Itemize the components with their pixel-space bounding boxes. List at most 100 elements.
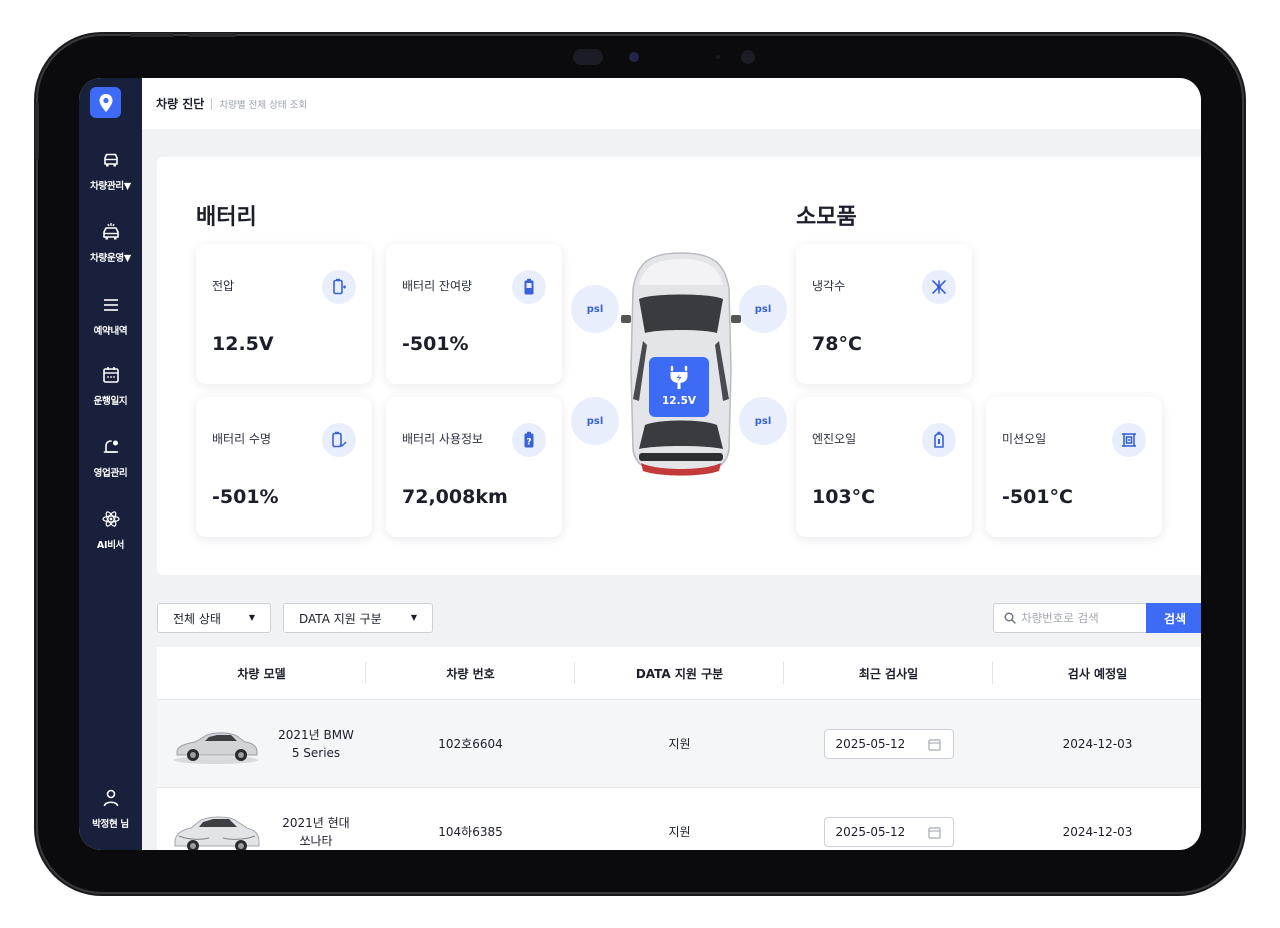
table-row[interactable]: 2021년 현대 쏘나타 104하6385 지원 2025-05-12 2024…: [157, 787, 1201, 850]
status-filter-dropdown[interactable]: 전체 상태 ▼: [157, 603, 271, 633]
tire-rear-left-pressure[interactable]: psl: [571, 397, 619, 445]
chevron-down-icon: ▼: [410, 613, 417, 622]
battery-usage-card[interactable]: 배터리 사용정보 ? 72,008km: [386, 397, 562, 537]
sidebar-item-ai-assistant[interactable]: AI비서: [79, 509, 142, 552]
metric-label: 배터리 수명: [212, 432, 272, 446]
power-button: [35, 102, 39, 160]
coolant-card[interactable]: 냉각수 78°C: [796, 244, 972, 384]
consumables-section-title: 소모품: [796, 205, 857, 230]
search-icon: [1004, 612, 1016, 624]
charging-status[interactable]: 12.5V: [649, 357, 709, 417]
page-subtitle: 차량별 전체 상태 조회: [219, 99, 308, 111]
column-header-next-check[interactable]: 검사 예정일: [993, 665, 1201, 682]
next-check-cell: 2024-12-03: [1062, 736, 1133, 751]
volume-button: [188, 33, 236, 37]
camera-bar: [573, 47, 763, 67]
sidebar-item-vehicle-management[interactable]: 차량관리▼: [79, 150, 142, 193]
sidebar-item-label: 운행일지: [93, 396, 128, 407]
tire-front-right-pressure[interactable]: psl: [739, 285, 787, 333]
engine-oil-card[interactable]: 엔진오일 103°C: [796, 397, 972, 537]
column-header-last-check[interactable]: 최근 검사일: [784, 661, 993, 684]
sidebar-item-label: AI비서: [96, 540, 125, 551]
car-icon: [103, 153, 118, 167]
sidebar-item-driving-log[interactable]: 운행일지: [79, 365, 142, 408]
user-profile[interactable]: 박정현 님: [79, 788, 142, 831]
calendar-icon: [927, 826, 941, 839]
page-header: 차량 진단 차량별 전체 상태 조회: [142, 78, 1201, 129]
last-check-date: 2025-05-12: [835, 736, 906, 751]
diagnosis-panel: 배터리 소모품 전압 12.5V 배터리 잔여량 -501% 배터리 수명 -5…: [157, 157, 1201, 575]
last-check-date-picker[interactable]: 2025-05-12: [823, 728, 954, 759]
metric-label: 배터리 잔여량: [402, 279, 473, 293]
sidebar-item-label: 차량관리: [90, 181, 124, 192]
model-series: 5 Series: [291, 745, 341, 760]
sidebar-item-label: 예약내역: [93, 326, 128, 337]
data-support-filter-dropdown[interactable]: DATA 지원 구분 ▼: [283, 603, 433, 633]
last-check-cell: 2025-05-12: [784, 788, 993, 851]
calendar-icon: [927, 738, 941, 751]
model-year-make: 2021년 BMW: [278, 727, 354, 742]
location-pin-icon: [99, 93, 112, 112]
sidebar-item-label: 차량운영: [90, 253, 124, 264]
column-header-plate[interactable]: 차량 번호: [366, 661, 575, 684]
app-logo[interactable]: [90, 87, 121, 118]
metric-label: 엔진오일: [812, 432, 857, 446]
vehicle-model-cell: 2021년 BMW 5 Series: [157, 700, 366, 788]
menu-icon: [103, 299, 118, 311]
status-filter-value: 전체 상태: [173, 611, 221, 626]
header-divider: [211, 97, 213, 110]
transmission-oil-card[interactable]: 미션오일 -501°C: [986, 397, 1162, 537]
vehicle-plate-cell: 102호6604: [438, 737, 503, 751]
sidebar-item-reservations[interactable]: 예약내역: [79, 295, 142, 338]
snowflake-icon: [922, 270, 956, 304]
chevron-down-icon: ▼: [123, 181, 131, 192]
data-support-cell: 지원: [668, 737, 691, 751]
metric-label: 배터리 사용정보: [402, 432, 484, 446]
model-year-make: 2021년 현대: [282, 815, 350, 830]
metric-value: 103°C: [812, 486, 876, 508]
column-header-data-support[interactable]: DATA 지원 구분: [575, 661, 784, 684]
car-wash-icon: [102, 223, 119, 240]
metric-value: -501%: [402, 333, 469, 355]
table-row[interactable]: 2021년 BMW 5 Series 102호6604 지원 2025-05-1…: [157, 699, 1201, 787]
data-support-filter-value: DATA 지원 구분: [299, 611, 382, 626]
battery-life-card[interactable]: 배터리 수명 -501%: [196, 397, 372, 537]
sidebar-item-sales-management[interactable]: 영업관리: [79, 437, 142, 480]
metric-label: 전압: [212, 279, 235, 293]
bell-icon: [103, 440, 118, 453]
charge-voltage: 12.5V: [661, 395, 697, 407]
metric-value: 12.5V: [212, 333, 274, 355]
voltage-card[interactable]: 전압 12.5V: [196, 244, 372, 384]
last-check-date-picker[interactable]: 2025-05-12: [823, 816, 954, 847]
last-check-date: 2025-05-12: [835, 824, 906, 839]
user-icon: [103, 789, 118, 807]
oil-can-icon: [922, 423, 956, 457]
search-input[interactable]: [1021, 611, 1141, 625]
metric-label: 냉각수: [812, 279, 846, 293]
battery-remaining-card[interactable]: 배터리 잔여량 -501%: [386, 244, 562, 384]
sidebar-item-vehicle-operation[interactable]: 차량운영▼: [79, 222, 142, 265]
plug-icon: [670, 365, 688, 389]
vehicle-plate-cell: 104하6385: [438, 825, 503, 839]
vehicle-thumbnail: [174, 816, 260, 850]
metric-value: -501%: [212, 486, 279, 508]
tire-front-left-pressure[interactable]: psl: [571, 285, 619, 333]
sidebar-item-label: 영업관리: [93, 468, 128, 479]
user-name: 박정현 님: [92, 819, 129, 830]
battery-health-icon: [322, 423, 356, 457]
tire-rear-right-pressure[interactable]: psl: [739, 397, 787, 445]
vehicle-model-cell: 2021년 현대 쏘나타: [157, 788, 366, 850]
column-header-model[interactable]: 차량 모델: [157, 661, 366, 684]
atom-icon: [101, 511, 120, 527]
search-button[interactable]: 검색: [1146, 603, 1201, 633]
svg-text:?: ?: [526, 438, 531, 448]
vehicle-table: 차량 모델 차량 번호 DATA 지원 구분 최근 검사일 검사 예정일 202…: [157, 647, 1201, 850]
search-field[interactable]: [993, 603, 1147, 633]
metric-value: 78°C: [812, 333, 862, 355]
transmission-icon: [1112, 423, 1146, 457]
metric-label: 미션오일: [1002, 432, 1047, 446]
battery-level-icon: [512, 270, 546, 304]
model-series: 쏘나타: [299, 833, 333, 848]
sidebar: 차량관리▼ 차량운영▼ 예약내역 운행일지 영업관리 AI비서 박정현 님: [79, 78, 142, 850]
vehicle-thumbnail: [174, 731, 258, 764]
